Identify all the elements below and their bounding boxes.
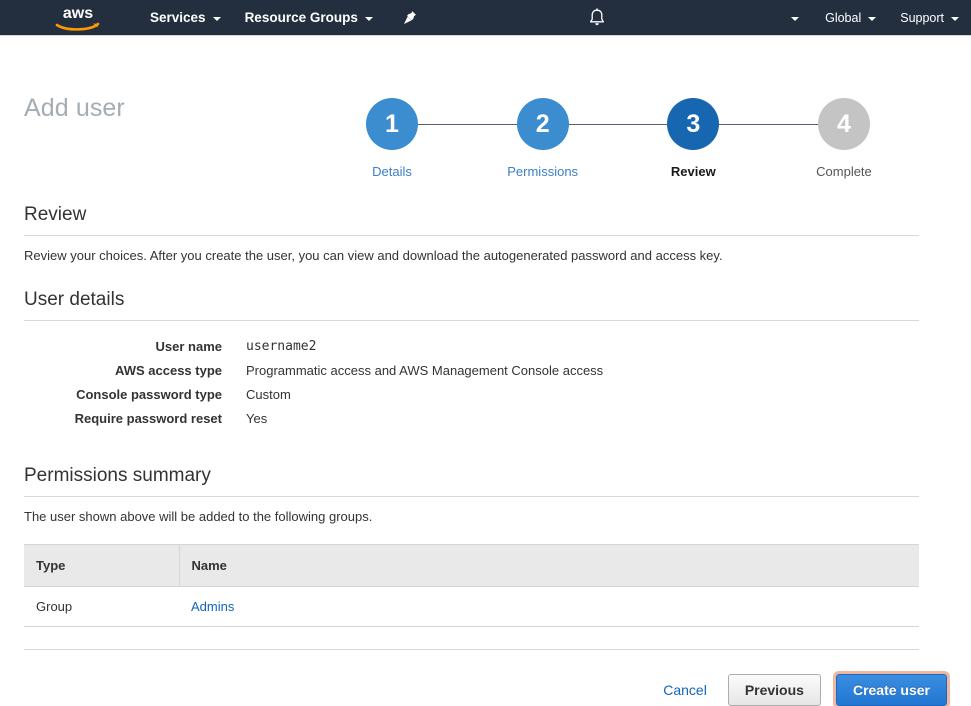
- nav-account-menu[interactable]: [777, 15, 813, 21]
- column-header-type: Type: [24, 544, 180, 587]
- cell-type: Group: [24, 586, 179, 627]
- review-content: Review Review your choices. After you cr…: [24, 204, 919, 627]
- nav-support-menu[interactable]: Support: [888, 0, 971, 36]
- chevron-down-icon: [951, 16, 960, 21]
- nav-support-label: Support: [900, 10, 945, 25]
- wizard-stepper: 1 Details 2 Permissions 3 Review 4 Compl…: [340, 98, 896, 188]
- step-number-badge: 1: [366, 98, 418, 150]
- group-link-admins[interactable]: Admins: [191, 599, 234, 614]
- create-user-button[interactable]: Create user: [832, 671, 951, 706]
- pin-icon[interactable]: [403, 10, 417, 26]
- bell-glyph: [589, 7, 605, 25]
- table-row: Require password reset Yes: [24, 411, 603, 435]
- permissions-summary-heading: Permissions summary: [24, 465, 211, 486]
- detail-value-access-type: Programmatic access and AWS Management C…: [246, 363, 604, 378]
- previous-button[interactable]: Previous: [727, 674, 821, 706]
- detail-label: Require password reset: [74, 411, 222, 426]
- step-label: Details: [372, 164, 412, 179]
- user-details-table: User name username2 AWS access type Prog…: [24, 339, 604, 435]
- section-divider: [24, 235, 919, 236]
- cancel-button[interactable]: Cancel: [657, 678, 713, 702]
- notifications-bell-icon[interactable]: [588, 7, 606, 28]
- cell-name: Admins: [179, 586, 919, 627]
- detail-label: AWS access type: [115, 363, 222, 378]
- chevron-down-icon: [791, 16, 800, 21]
- user-details-heading: User details: [24, 289, 125, 310]
- nav-resource-groups-label: Resource Groups: [244, 10, 358, 25]
- table-row: Console password type Custom: [24, 387, 603, 411]
- permissions-table-body: Group Admins: [24, 586, 919, 627]
- detail-value-password-type: Custom: [246, 387, 291, 402]
- detail-value-password-reset: Yes: [246, 411, 268, 426]
- section-divider: [24, 320, 919, 321]
- step-label: Complete: [816, 164, 872, 179]
- wizard-step-permissions[interactable]: 2 Permissions: [491, 98, 595, 179]
- wizard-step-complete: 4 Complete: [792, 98, 896, 179]
- top-navigation-bar: aws Services Resource Groups Global Supp…: [0, 0, 971, 36]
- step-label: Review: [670, 164, 716, 179]
- wizard-step-details[interactable]: 1 Details: [340, 98, 444, 179]
- step-number-badge: 4: [817, 98, 870, 150]
- nav-region-menu[interactable]: Global: [813, 0, 888, 36]
- page-title: Add user: [24, 94, 125, 122]
- aws-logo[interactable]: aws: [52, 3, 104, 33]
- pin-glyph: [403, 10, 416, 24]
- column-header-name: Name: [179, 544, 919, 587]
- review-description: Review your choices. After you create th…: [24, 248, 723, 263]
- svg-text:aws: aws: [63, 5, 93, 22]
- nav-region-label: Global: [825, 10, 862, 25]
- step-number-badge: 2: [516, 98, 569, 150]
- chevron-down-icon: [212, 16, 221, 21]
- review-heading: Review: [24, 204, 87, 225]
- table-header-row: Type Name: [24, 544, 919, 587]
- footer-divider: [24, 649, 919, 650]
- chevron-down-icon: [868, 16, 877, 21]
- permissions-table-header: Type Name: [24, 544, 919, 587]
- detail-value-user-name: username2: [246, 339, 317, 354]
- table-row: User name username2: [24, 339, 603, 363]
- wizard-footer-actions: Cancel Previous Create user: [657, 671, 951, 706]
- nav-resource-groups-menu[interactable]: Resource Groups: [233, 0, 385, 36]
- step-number-badge: 3: [667, 98, 720, 150]
- section-divider: [24, 496, 919, 497]
- aws-logo-icon: aws: [55, 5, 100, 31]
- detail-label: Console password type: [76, 387, 222, 402]
- table-row: Group Admins: [24, 586, 919, 627]
- nav-right-group: Global Support: [777, 0, 971, 36]
- step-label: Permissions: [507, 164, 579, 179]
- permissions-table: Type Name Group Admins: [24, 544, 919, 627]
- table-row: AWS access type Programmatic access and …: [24, 363, 603, 387]
- wizard-step-review[interactable]: 3 Review: [641, 98, 745, 179]
- stepper-steps: 1 Details 2 Permissions 3 Review 4 Compl…: [340, 98, 896, 179]
- detail-label: User name: [155, 339, 222, 354]
- chevron-down-icon: [364, 16, 373, 21]
- nav-services-label: Services: [150, 10, 206, 25]
- nav-services-menu[interactable]: Services: [138, 0, 233, 36]
- permissions-summary-description: The user shown above will be added to th…: [24, 509, 373, 524]
